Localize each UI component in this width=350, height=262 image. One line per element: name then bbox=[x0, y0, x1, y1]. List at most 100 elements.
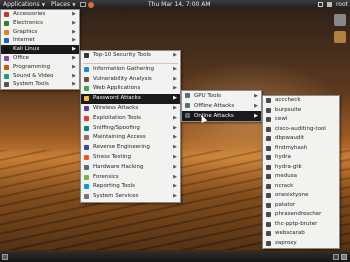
password-item-offline-attacks[interactable]: Offline Attacks ▶ bbox=[182, 101, 261, 111]
show-desktop-button[interactable] bbox=[2, 254, 8, 260]
online-attack-tool-zaproxy[interactable]: zaproxy bbox=[263, 239, 339, 249]
menu-item-label: Offline Attacks bbox=[194, 103, 235, 109]
menu-item-label: findmyhash bbox=[275, 144, 308, 151]
menu-item-label: Top-10 Security Tools bbox=[93, 52, 151, 58]
online-attack-tool-findmyhash[interactable]: findmyhash bbox=[263, 144, 339, 154]
tool-icon bbox=[266, 221, 271, 227]
apps-item-programming[interactable]: Programming ▶ bbox=[1, 63, 79, 72]
password-item-online-attacks[interactable]: Online Attacks ▶ bbox=[182, 111, 261, 121]
chevron-right-icon: ▶ bbox=[72, 28, 76, 35]
tool-icon bbox=[266, 183, 271, 189]
kali-item-exploitation-tools[interactable]: Exploitation Tools ▶ bbox=[81, 114, 180, 124]
programming-icon bbox=[4, 64, 9, 70]
kali-item-hardware-hacking[interactable]: Hardware Hacking ▶ bbox=[81, 163, 180, 173]
kali-item-stress-testing[interactable]: Stress Testing ▶ bbox=[81, 153, 180, 163]
online-attack-tool-thc-pptp-bruter[interactable]: thc-pptp-bruter bbox=[263, 220, 339, 230]
trash-desktop-icon[interactable] bbox=[334, 14, 346, 26]
online-attack-tool-phrasendrescher[interactable]: phrasendrescher bbox=[263, 210, 339, 220]
tool-icon bbox=[266, 117, 271, 122]
tool-icon bbox=[266, 212, 271, 217]
apps-item-graphics[interactable]: Graphics ▶ bbox=[1, 28, 79, 37]
chevron-right-icon: ▶ bbox=[72, 46, 76, 53]
online-attack-tool-cewl[interactable]: cewl bbox=[263, 115, 339, 125]
menu-item-label: zaproxy bbox=[275, 239, 297, 246]
online-attack-tool-cisco-auditing-tool[interactable]: cisco-auditing-tool bbox=[263, 125, 339, 135]
kali-item-reporting-tools[interactable]: Reporting Tools ▶ bbox=[81, 182, 180, 192]
workspace-2-button[interactable] bbox=[333, 254, 339, 260]
kali-item-vulnerability-analysis[interactable]: Vulnerability Analysis ▶ bbox=[81, 75, 180, 85]
chevron-right-icon: ▶ bbox=[173, 95, 177, 102]
menu-item-label: System Services bbox=[93, 193, 139, 200]
kali-item-password-attacks[interactable]: Password Attacks ▶ bbox=[81, 94, 180, 104]
online-attack-tool-burpsuite[interactable]: burpsuite bbox=[263, 106, 339, 116]
chevron-right-icon: ▶ bbox=[254, 113, 258, 119]
applications-menu-button[interactable]: Applications ▼ bbox=[0, 0, 48, 9]
kali-item-forensics[interactable]: Forensics ▶ bbox=[81, 173, 180, 183]
chevron-down-icon: ▼ bbox=[40, 2, 46, 7]
menu-item-label: Sound & Video bbox=[13, 72, 54, 79]
web-applications-icon bbox=[84, 86, 89, 92]
online-attack-tool-webscarab[interactable]: webscarab bbox=[263, 229, 339, 239]
user-menu[interactable]: root bbox=[336, 0, 348, 9]
menu-separator bbox=[83, 61, 178, 64]
terminal-launcher[interactable] bbox=[80, 2, 87, 7]
menu-item-label: thc-pptp-bruter bbox=[275, 220, 318, 227]
volume-icon[interactable] bbox=[326, 2, 332, 7]
places-menu-button[interactable]: Places ▼ bbox=[48, 0, 78, 9]
tool-icon bbox=[266, 164, 271, 170]
online-attack-tool-ncrack[interactable]: ncrack bbox=[263, 182, 339, 192]
apps-item-electronics[interactable]: Electronics ▶ bbox=[1, 19, 79, 28]
menu-item-label: phrasendrescher bbox=[275, 211, 322, 217]
online-attack-tool-hydra-gtk[interactable]: hydra-gtk bbox=[263, 163, 339, 173]
menu-item-label: medusa bbox=[275, 173, 297, 179]
hardware-hacking-icon bbox=[84, 164, 89, 170]
tool-icon bbox=[266, 126, 271, 132]
online-attack-tool-patator[interactable]: patator bbox=[263, 201, 339, 211]
network-icon[interactable] bbox=[317, 2, 323, 7]
apps-item-internet[interactable]: Internet ▶ bbox=[1, 36, 79, 45]
kali-item-sniffing-spoofing[interactable]: Sniffing/Spoofing ▶ bbox=[81, 124, 180, 134]
kali-item-web-applications[interactable]: Web Applications ▶ bbox=[81, 84, 180, 94]
password-item-gpu-tools[interactable]: GPU Tools ▶ bbox=[182, 91, 261, 101]
chevron-right-icon: ▶ bbox=[173, 75, 177, 82]
menu-item-label: Accessories bbox=[13, 11, 46, 17]
apps-item-sound-video[interactable]: Sound & Video ▶ bbox=[1, 72, 79, 81]
browser-launcher[interactable] bbox=[88, 1, 95, 8]
chevron-right-icon: ▶ bbox=[72, 54, 76, 61]
online-attack-tool-onesixtyone[interactable]: onesixtyone bbox=[263, 191, 339, 201]
menu-item-label: Electronics bbox=[13, 19, 43, 26]
kali-item-maintaining-access[interactable]: Maintaining Access ▶ bbox=[81, 133, 180, 143]
menu-item-label: webscarab bbox=[275, 230, 305, 236]
tool-icon bbox=[266, 240, 271, 246]
home-folder-desktop-icon[interactable] bbox=[334, 31, 346, 43]
bottom-panel bbox=[0, 252, 350, 262]
apps-item-system-tools[interactable]: System Tools ▶ bbox=[1, 80, 79, 89]
online-attack-tool-acccheck[interactable]: acccheck bbox=[263, 96, 339, 106]
menu-item-label: Wireless Attacks bbox=[93, 104, 139, 111]
workspace-1-button[interactable] bbox=[341, 254, 347, 260]
clock[interactable]: Thu Mar 14, 7:00 AM bbox=[148, 0, 211, 9]
menu-item-label: Reporting Tools bbox=[93, 183, 136, 190]
online-attack-tool-dbpwaudit[interactable]: dbpwaudit bbox=[263, 134, 339, 144]
stress-testing-icon bbox=[84, 154, 89, 160]
online-attack-tool-hydra[interactable]: hydra bbox=[263, 153, 339, 163]
online-attack-tool-medusa[interactable]: medusa bbox=[263, 172, 339, 182]
top10-security-tools-item[interactable]: Top-10 Security Tools ▶ bbox=[81, 51, 180, 61]
chevron-right-icon: ▶ bbox=[254, 103, 258, 109]
kali-item-wireless-attacks[interactable]: Wireless Attacks ▶ bbox=[81, 104, 180, 114]
kali-item-reverse-engineering[interactable]: Reverse Engineering ▶ bbox=[81, 143, 180, 153]
apps-item-kali-linux[interactable]: Kali Linux ▶ bbox=[1, 45, 79, 54]
top10-icon bbox=[84, 53, 89, 58]
menu-item-label: cewl bbox=[275, 116, 288, 122]
apps-item-office[interactable]: Office ▶ bbox=[1, 54, 79, 63]
menu-item-label: Exploitation Tools bbox=[93, 114, 142, 121]
vulnerability-analysis-icon bbox=[84, 76, 89, 82]
gpu-tools-icon bbox=[185, 93, 190, 98]
apps-item-accessories[interactable]: Accessories ▶ bbox=[1, 10, 79, 19]
kali-item-system-services[interactable]: System Services ▶ bbox=[81, 192, 180, 202]
chevron-right-icon: ▶ bbox=[173, 124, 177, 131]
kali-item-information-gathering[interactable]: Information Gathering ▶ bbox=[81, 65, 180, 75]
chevron-right-icon: ▶ bbox=[173, 85, 177, 92]
wireless-attacks-icon bbox=[84, 105, 89, 111]
tool-icon bbox=[266, 202, 271, 208]
